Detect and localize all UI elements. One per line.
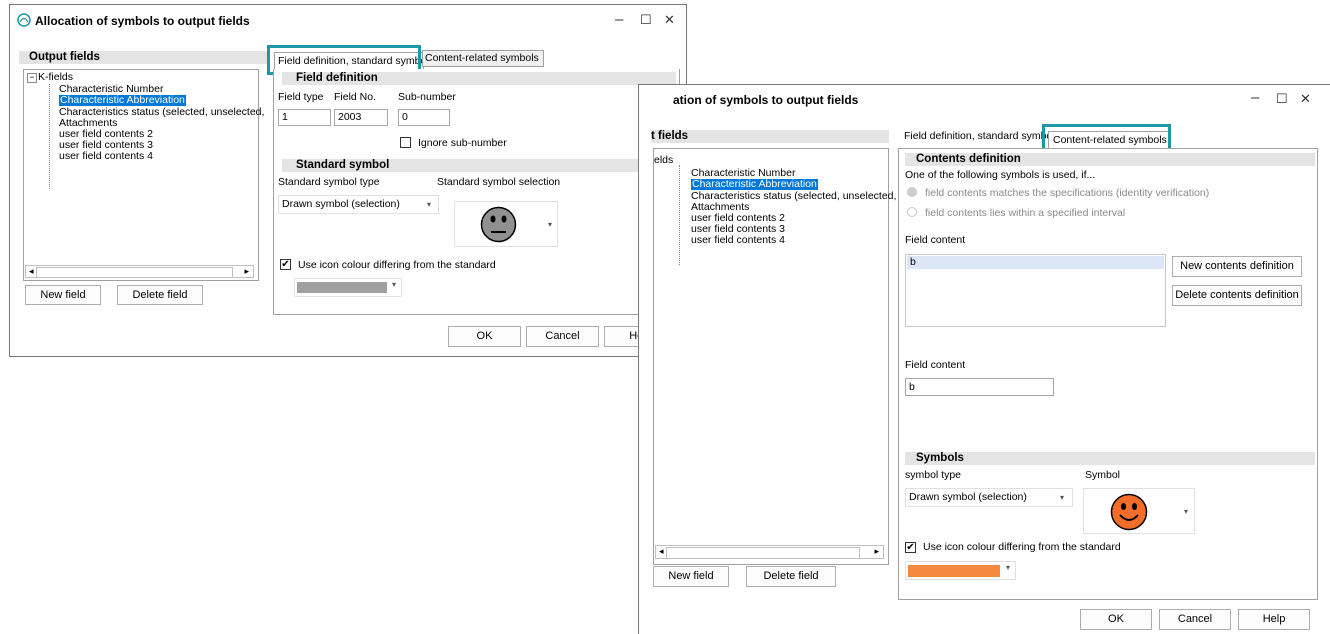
radio-interval-label: field contents lies within a specified i…	[925, 207, 1126, 219]
radio-identity[interactable]	[907, 187, 917, 197]
field-content-list[interactable]: b	[905, 254, 1166, 327]
use-icon-colour-label: Use icon colour differing from the stand…	[298, 259, 496, 271]
field-content-input[interactable]: b	[905, 378, 1054, 396]
symbol-type-value: Drawn symbol (selection)	[909, 491, 1027, 503]
ok-button[interactable]: OK	[1080, 609, 1152, 630]
dialog-window-content-symbols: ation of symbols to output fields – ☐ ✕ …	[638, 84, 1330, 634]
scroll-right-icon[interactable]: ▸	[874, 546, 879, 557]
tree-item-selected[interactable]: Characteristic Abbreviation	[59, 95, 186, 106]
colour-swatch	[297, 282, 387, 293]
window-title: ation of symbols to output fields	[673, 93, 859, 107]
tree-connector	[679, 165, 680, 265]
field-content-label-2: Field content	[905, 359, 966, 371]
use-icon-colour-checkbox[interactable]: ✔	[280, 259, 291, 270]
standard-symbol-heading: Standard symbol	[282, 159, 676, 172]
chevron-down-icon[interactable]: ▾	[1006, 563, 1010, 572]
horizontal-scrollbar[interactable]: ◂ ▸	[25, 265, 254, 278]
colour-swatch	[908, 565, 1000, 577]
one-of-following-label: One of the following symbols is used, if…	[905, 169, 1096, 181]
symbol-type-select[interactable]: Drawn symbol (selection) ▾	[905, 488, 1073, 507]
scrollbar-thumb[interactable]	[666, 547, 860, 559]
content-related-panel: Contents definition One of the following…	[898, 148, 1318, 600]
scroll-left-icon[interactable]: ◂	[659, 546, 664, 557]
app-icon	[17, 13, 31, 27]
title-bar: Allocation of symbols to output fields –…	[10, 5, 686, 37]
tree-root-kfields[interactable]: K-fields	[38, 72, 73, 83]
tree-connector	[49, 84, 50, 189]
field-type-label: Field type	[278, 91, 324, 103]
ok-button[interactable]: OK	[448, 326, 521, 347]
chevron-down-icon[interactable]: ▾	[1060, 489, 1064, 506]
sub-number-input[interactable]: 0	[398, 109, 450, 126]
scroll-left-icon[interactable]: ◂	[29, 266, 34, 277]
output-fields-heading: t fields	[651, 130, 889, 143]
tab-content-related[interactable]: Content-related symbols	[422, 50, 544, 67]
delete-contents-definition-button[interactable]: Delete contents definition	[1172, 285, 1302, 306]
standard-symbol-selection-label: Standard symbol selection	[437, 176, 561, 188]
tree-item-selected[interactable]: Characteristic Abbreviation	[691, 179, 818, 190]
chevron-down-icon[interactable]: ▾	[392, 280, 396, 289]
standard-symbol-type-select[interactable]: Drawn symbol (selection) ▾	[278, 195, 439, 214]
new-field-button[interactable]: New field	[653, 566, 729, 587]
dialog-window-standard-symbol: Allocation of symbols to output fields –…	[9, 4, 687, 357]
radio-identity-label: field contents matches the specification…	[925, 187, 1210, 199]
output-fields-heading: Output fields	[19, 51, 268, 64]
contents-definition-heading: Contents definition	[905, 153, 1315, 166]
field-no-label: Field No.	[334, 91, 377, 103]
new-contents-definition-button[interactable]: New contents definition	[1172, 256, 1302, 277]
ignore-sub-number-label: Ignore sub-number	[418, 137, 507, 149]
delete-field-button[interactable]: Delete field	[117, 285, 203, 305]
tree-item[interactable]: user field contents 4	[59, 151, 153, 162]
horizontal-scrollbar[interactable]: ◂ ▸	[655, 545, 884, 559]
title-bar: ation of symbols to output fields – ☐ ✕	[639, 85, 1330, 113]
ignore-sub-number-checkbox[interactable]	[400, 137, 411, 148]
help-button[interactable]: Help	[1238, 609, 1310, 630]
field-no-input[interactable]: 2003	[334, 109, 388, 126]
standard-symbol-type-label: Standard symbol type	[278, 176, 380, 188]
output-fields-tree[interactable]: elds Characteristic Number Characteristi…	[653, 148, 896, 565]
symbol-label: Symbol	[1085, 469, 1121, 481]
smiley-face-icon	[1110, 493, 1148, 531]
sub-number-label: Sub-number	[398, 91, 456, 103]
symbol-type-label: symbol type	[905, 469, 962, 481]
icon-colour-select[interactable]: ▾	[294, 278, 402, 297]
use-icon-colour-checkbox[interactable]: ✔	[905, 542, 916, 553]
neutral-face-icon	[480, 206, 517, 243]
scroll-right-icon[interactable]: ▸	[244, 266, 249, 277]
list-item-selected[interactable]: b	[907, 256, 1164, 269]
symbol-picker[interactable]: ▾	[1083, 488, 1195, 534]
maximize-icon[interactable]: ☐	[1276, 91, 1288, 107]
radio-interval[interactable]	[907, 207, 917, 217]
chevron-down-icon[interactable]: ▾	[427, 196, 431, 213]
field-definition-heading: Field definition	[282, 72, 676, 85]
maximize-icon[interactable]: ☐	[640, 12, 652, 28]
delete-field-button[interactable]: Delete field	[746, 566, 836, 587]
tab-field-definition[interactable]: Field definition, standard symbol	[901, 129, 1055, 146]
standard-symbol-type-value: Drawn symbol (selection)	[282, 198, 400, 210]
chevron-down-icon[interactable]: ▾	[548, 220, 552, 229]
minimize-icon[interactable]: –	[1251, 89, 1259, 106]
collapse-icon[interactable]: −	[27, 73, 37, 83]
use-icon-colour-label: Use icon colour differing from the stand…	[923, 541, 1121, 553]
field-content-label: Field content	[905, 234, 966, 246]
scrollbar-thumb[interactable]	[36, 267, 233, 278]
chevron-down-icon[interactable]: ▾	[1184, 507, 1188, 516]
field-definition-panel: Field definition Field type Field No. Su…	[273, 69, 680, 315]
cancel-button[interactable]: Cancel	[1159, 609, 1231, 630]
output-fields-tree[interactable]: − K-fields Characteristic Number Charact…	[23, 69, 264, 281]
tree-item[interactable]: user field contents 4	[691, 235, 785, 246]
standard-symbol-picker[interactable]: ▾	[454, 201, 558, 247]
tree-root-kfields[interactable]: elds	[654, 155, 673, 166]
close-icon[interactable]: ✕	[1300, 91, 1311, 107]
cancel-button[interactable]: Cancel	[526, 326, 599, 347]
symbols-heading: Symbols	[905, 452, 1315, 465]
minimize-icon[interactable]: –	[615, 11, 623, 28]
icon-colour-select[interactable]: ▾	[905, 561, 1016, 580]
new-field-button[interactable]: New field	[25, 285, 101, 305]
field-type-input[interactable]: 1	[278, 109, 331, 126]
window-title: Allocation of symbols to output fields	[35, 14, 250, 28]
close-icon[interactable]: ✕	[664, 12, 675, 28]
